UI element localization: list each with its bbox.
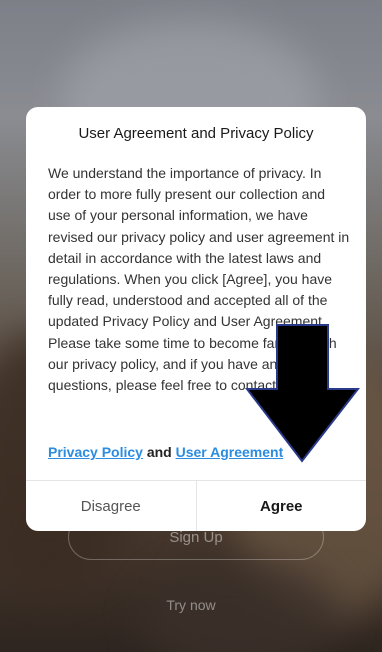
privacy-dialog: User Agreement and Privacy Policy We und…: [26, 107, 366, 531]
and-text: and: [142, 444, 176, 460]
privacy-policy-link[interactable]: Privacy Policy: [48, 444, 143, 460]
down-arrow-icon: [245, 324, 360, 463]
dialog-title: User Agreement and Privacy Policy: [78, 125, 314, 142]
dialog-footer: Disagree Agree: [26, 480, 366, 531]
app-screen: Sign Up Try now User Agreement and Priva…: [0, 0, 382, 652]
disagree-button[interactable]: Disagree: [26, 481, 197, 531]
agree-button[interactable]: Agree: [197, 481, 367, 531]
try-now-link[interactable]: Try now: [0, 597, 382, 613]
